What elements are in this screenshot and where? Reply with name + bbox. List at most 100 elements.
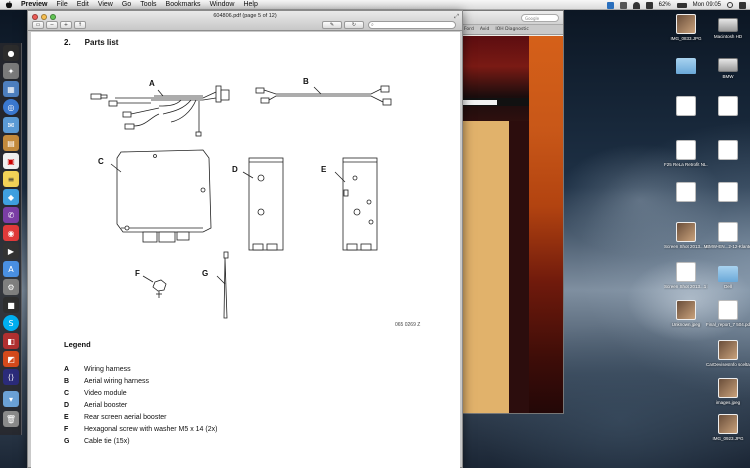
spotlight-icon[interactable]	[727, 2, 733, 8]
legend-text: Video module	[84, 389, 127, 397]
browser-search-field[interactable]: Google	[521, 14, 559, 22]
preview-titlebar[interactable]: 604806.pdf (page 5 of 12) ⤢ ▭ − + ↑ ✎ ↻ …	[28, 11, 462, 31]
document-icon	[676, 96, 696, 116]
part-label-c: C	[98, 157, 104, 166]
zoom-out-button[interactable]: −	[46, 21, 58, 29]
dock-messages-icon[interactable]: ◆	[3, 189, 19, 205]
dock-system-preferences-icon[interactable]: ⚙	[3, 279, 19, 295]
browser-tab-ford[interactable]: Ford	[464, 27, 474, 32]
desktop-icon-screenshot[interactable]: Screen Shot 2013...M.png	[664, 222, 708, 250]
desktop-icon-f25-relay[interactable]: F25 ReLa Retrofit NL...PNG	[664, 140, 708, 168]
pdf-page[interactable]: 2. Parts list A B C D E F G 065 0269 Z L…	[31, 32, 460, 468]
desktop-icon-screenshot-2[interactable]: Screen Shot 2013...1 PM	[664, 262, 708, 290]
desktop-icon-label: CarDevisesInfo scelta...Exec	[706, 362, 750, 367]
wifi-icon[interactable]	[632, 1, 640, 9]
desktop-icon-label: Macintosh HD	[713, 34, 743, 39]
part-label-a: A	[149, 79, 155, 88]
dock-app-icon-3[interactable]: ◩	[3, 351, 19, 367]
dock-safari-icon[interactable]: ◎	[3, 99, 19, 115]
menu-clock[interactable]: Mon 09:05	[693, 2, 721, 8]
legend-title: Legend	[64, 340, 91, 349]
dock-app-icon-2[interactable]: ◧	[3, 333, 19, 349]
dock-app-icon[interactable]: ■	[3, 297, 19, 313]
desktop-icon-label: images.jpeg	[715, 400, 741, 405]
menu-bookmarks[interactable]: Bookmarks	[166, 0, 201, 10]
dock-app-icon-4[interactable]: ⟨⟩	[3, 369, 19, 385]
menu-view[interactable]: View	[98, 0, 113, 10]
dock-finder-icon[interactable]: ●	[3, 45, 19, 61]
desktop-icon-label: IMG_0923.JPG	[712, 436, 744, 441]
desktop-icon-bmw-doc[interactable]: BMW-EN...2-12-Klanter	[706, 222, 750, 250]
dock-facetime-icon[interactable]: ▶	[3, 243, 19, 259]
desktop-icon-images-jpeg[interactable]: images.jpeg	[706, 378, 750, 406]
dock-viber-icon[interactable]: ✆	[3, 207, 19, 223]
dock-downloads-icon[interactable]: ▾	[3, 391, 19, 407]
menu-tools[interactable]: Tools	[140, 0, 156, 10]
apple-icon[interactable]	[5, 0, 13, 9]
dock-notes-icon[interactable]: ≡	[3, 171, 19, 187]
menu-help[interactable]: Help	[243, 0, 257, 10]
desktop-icon-document[interactable]	[706, 182, 750, 204]
legend-text: Rear screen aerial booster	[84, 413, 167, 421]
zoom-in-button[interactable]: +	[60, 21, 72, 29]
part-label-f: F	[135, 269, 140, 278]
search-icon: ⌕	[371, 22, 374, 28]
fullscreen-icon[interactable]: ⤢	[454, 13, 459, 21]
desktop-icon-dell[interactable]: Dell	[706, 262, 750, 290]
legend-key: A	[64, 365, 70, 373]
legend-text: Wiring harness	[84, 365, 131, 373]
notification-center-icon[interactable]	[739, 1, 746, 9]
desktop-icon-label: BMW	[722, 74, 734, 79]
menu-file[interactable]: File	[56, 0, 67, 10]
menu-window[interactable]: Window	[210, 0, 235, 10]
menu-app-name[interactable]: Preview	[21, 0, 47, 10]
legend-key: C	[64, 389, 70, 397]
part-a-wiring-harness	[90, 85, 230, 137]
desktop-icon-label: Dell	[724, 284, 732, 289]
desktop-icon-unknown-jpeg[interactable]: Unknown.jpeg	[664, 300, 708, 328]
image-file-icon	[718, 414, 738, 434]
volume-icon[interactable]	[645, 1, 653, 9]
desktop-icon-document[interactable]	[664, 182, 708, 204]
drawing-number: 065 0269 Z	[395, 322, 420, 328]
browser-tab-avid[interactable]: Avid	[480, 27, 490, 32]
dock-contacts-icon[interactable]: ▤	[3, 135, 19, 151]
sidebar-toggle-button[interactable]: ▭	[32, 21, 44, 29]
desktop-icon-macintosh-hd[interactable]: Macintosh HD	[706, 14, 750, 40]
search-input[interactable]: ⌕	[368, 21, 456, 29]
menu-edit[interactable]: Edit	[77, 0, 89, 10]
edit-toolbar-button[interactable]: ✎	[322, 21, 342, 29]
dock-mail-icon[interactable]: ✉	[3, 117, 19, 133]
legend-text: Aerial booster	[84, 401, 128, 409]
website-search-input[interactable]	[463, 100, 497, 105]
part-c-video-module	[110, 149, 212, 243]
menu-go[interactable]: Go	[122, 0, 131, 10]
share-button[interactable]: ↑	[74, 21, 86, 29]
browser-tab-ioh[interactable]: IOH Diagnostic	[495, 27, 528, 32]
dock-trash-icon[interactable]: 🗑	[3, 411, 19, 427]
website-nav[interactable]	[463, 38, 529, 46]
dock-mission-control-icon[interactable]: ▦	[3, 81, 19, 97]
image-file-icon	[676, 262, 696, 282]
desktop-icon-document[interactable]	[664, 96, 708, 118]
dock-calendar-icon[interactable]: ▣	[3, 153, 19, 169]
rotate-button[interactable]: ↻	[344, 21, 364, 29]
dock-appstore-icon[interactable]: A	[3, 261, 19, 277]
desktop-icon-final-report[interactable]: Final_report_7 504.pdf	[706, 300, 750, 328]
desktop-icon-bmw[interactable]: BMW	[706, 54, 750, 80]
battery-icon[interactable]	[676, 2, 687, 8]
image-file-icon	[676, 222, 696, 242]
dock-photobooth-icon[interactable]: ◉	[3, 225, 19, 241]
desktop-icon-img-0921[interactable]: IMG_0923.JPG	[706, 414, 750, 442]
desktop-icon-folder[interactable]	[664, 54, 708, 76]
preview-window[interactable]: 604806.pdf (page 5 of 12) ⤢ ▭ − + ↑ ✎ ↻ …	[27, 10, 463, 468]
dock-launchpad-icon[interactable]: ✦	[3, 63, 19, 79]
desktop-icon-img-0833[interactable]: IMG_0833.JPG	[664, 14, 708, 42]
desktop-icon-document[interactable]	[706, 140, 750, 162]
battery-percent[interactable]: 62%	[659, 2, 671, 8]
bluetooth-icon[interactable]	[619, 1, 627, 9]
desktop-icon-cardevices[interactable]: CarDevisesInfo scelta...Exec	[706, 340, 750, 368]
desktop-icon-document[interactable]	[706, 96, 750, 118]
dropbox-icon[interactable]	[606, 1, 614, 9]
dock-skype-icon[interactable]: S	[3, 315, 19, 331]
